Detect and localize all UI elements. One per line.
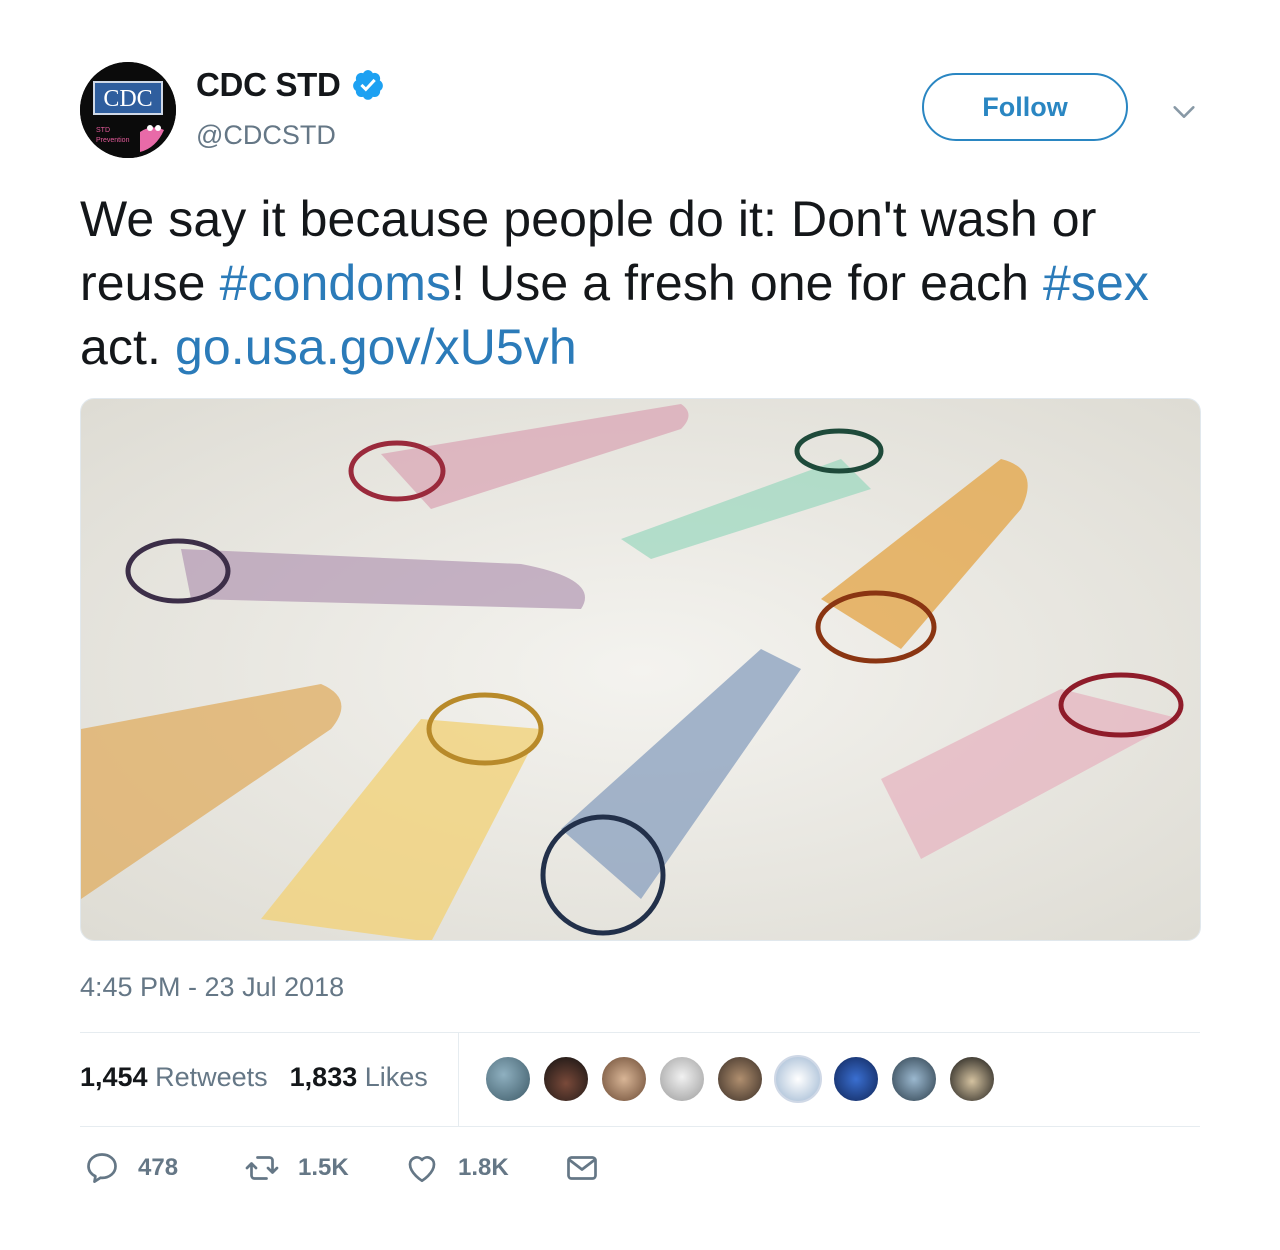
- liker-avatar[interactable]: [658, 1055, 706, 1103]
- retweet-icon: [245, 1156, 279, 1180]
- retweets-count: 1,454: [80, 1062, 148, 1092]
- direct-message-button[interactable]: [564, 1150, 600, 1186]
- photo-image: [81, 399, 1200, 940]
- tweet-text-part: ! Use a fresh one for each: [451, 255, 1043, 311]
- tweet-text: We say it because people do it: Don't wa…: [80, 187, 1220, 379]
- cdc-logo-icon: CDC STD Prevention: [80, 62, 176, 158]
- reply-button[interactable]: 478: [84, 1150, 244, 1186]
- divider: [80, 1032, 1200, 1033]
- author-handle[interactable]: @CDCSTD: [196, 120, 336, 151]
- hashtag-condoms-link[interactable]: #condoms: [220, 255, 452, 311]
- retweets-label: Retweets: [155, 1062, 268, 1092]
- liker-avatar[interactable]: [716, 1055, 764, 1103]
- liker-avatar[interactable]: [542, 1055, 590, 1103]
- like-count: 1.8K: [458, 1154, 509, 1181]
- retweet-count: 1.5K: [298, 1154, 349, 1181]
- liker-avatar[interactable]: [600, 1055, 648, 1103]
- svg-text:STD: STD: [96, 127, 110, 134]
- reply-icon: [87, 1153, 117, 1183]
- chevron-down-icon[interactable]: [1170, 98, 1198, 126]
- url-link[interactable]: go.usa.gov/xU5vh: [175, 319, 577, 375]
- svg-text:Prevention: Prevention: [96, 137, 130, 144]
- liker-avatar[interactable]: [484, 1055, 532, 1103]
- likes-stat[interactable]: 1,833 Likes: [290, 1062, 428, 1093]
- likes-label: Likes: [364, 1062, 428, 1092]
- tweet-timestamp[interactable]: 4:45 PM - 23 Jul 2018: [80, 972, 344, 1003]
- hashtag-sex-link[interactable]: #sex: [1043, 255, 1149, 311]
- tweet-photo[interactable]: [80, 398, 1201, 941]
- avatar-logo-text: CDC: [103, 86, 152, 112]
- retweets-stat[interactable]: 1,454 Retweets: [80, 1062, 268, 1093]
- verified-badge-icon: [352, 70, 383, 100]
- likes-count: 1,833: [289, 1062, 358, 1092]
- author-name[interactable]: CDC STD: [196, 66, 341, 104]
- divider: [80, 1126, 1200, 1127]
- liker-avatars: [484, 1055, 996, 1103]
- reply-count: 478: [138, 1154, 179, 1181]
- heart-icon: [408, 1156, 436, 1183]
- author-name-row: CDC STD: [196, 66, 385, 104]
- tweet-text-part: act.: [80, 319, 175, 375]
- like-button[interactable]: 1.8K: [404, 1150, 564, 1186]
- liker-avatar[interactable]: [890, 1055, 938, 1103]
- liker-avatar[interactable]: [774, 1055, 822, 1103]
- envelope-icon: [567, 1156, 597, 1180]
- stats-separator: [458, 1033, 459, 1126]
- liker-avatar[interactable]: [948, 1055, 996, 1103]
- retweet-button[interactable]: 1.5K: [244, 1150, 404, 1186]
- engagement-stats: 1,454 Retweets 1,833 Likes: [80, 1062, 428, 1093]
- tweet-actions: 478 1.5K 1.8K: [84, 1150, 600, 1186]
- liker-avatar[interactable]: [832, 1055, 880, 1103]
- follow-button[interactable]: Follow: [922, 73, 1128, 141]
- author-avatar[interactable]: CDC STD Prevention: [80, 62, 176, 158]
